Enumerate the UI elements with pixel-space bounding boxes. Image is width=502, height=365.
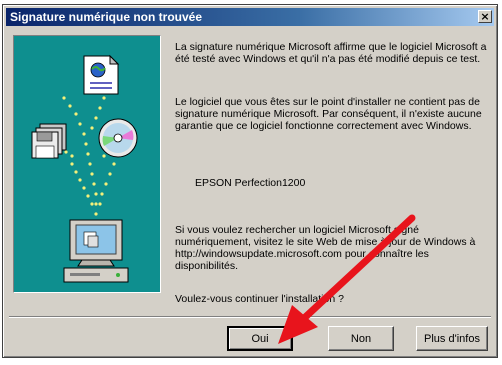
more-info-button[interactable]: Plus d'infos bbox=[416, 326, 488, 351]
no-button[interactable]: Non bbox=[328, 326, 394, 351]
title-bar: Signature numérique non trouvée × bbox=[6, 8, 494, 26]
floppy-disks-icon bbox=[31, 123, 67, 159]
message-paragraph-warning: Le logiciel que vous êtes sur le point d… bbox=[175, 96, 482, 132]
cd-rom-icon bbox=[98, 118, 138, 158]
close-button[interactable]: × bbox=[478, 10, 492, 23]
illustration-graphic bbox=[31, 54, 138, 283]
message-paragraph-windows-update: Si vous voulez rechercher un logiciel Mi… bbox=[175, 224, 476, 272]
message-paragraph-signature: La signature numérique Microsoft affirme… bbox=[175, 41, 487, 65]
button-separator bbox=[9, 316, 491, 318]
illustration-panel bbox=[13, 35, 161, 293]
product-name: EPSON Perfection1200 bbox=[195, 177, 306, 189]
connection-dots-icon bbox=[58, 96, 120, 216]
computer-icon bbox=[63, 219, 129, 283]
window-title: Signature numérique non trouvée bbox=[10, 10, 203, 24]
yes-button[interactable]: Oui bbox=[227, 326, 293, 351]
unsigned-driver-dialog: Signature numérique non trouvée × La sig… bbox=[2, 4, 498, 358]
document-globe-icon bbox=[83, 54, 120, 95]
continue-question: Voulez-vous continuer l'installation ? bbox=[175, 293, 344, 305]
